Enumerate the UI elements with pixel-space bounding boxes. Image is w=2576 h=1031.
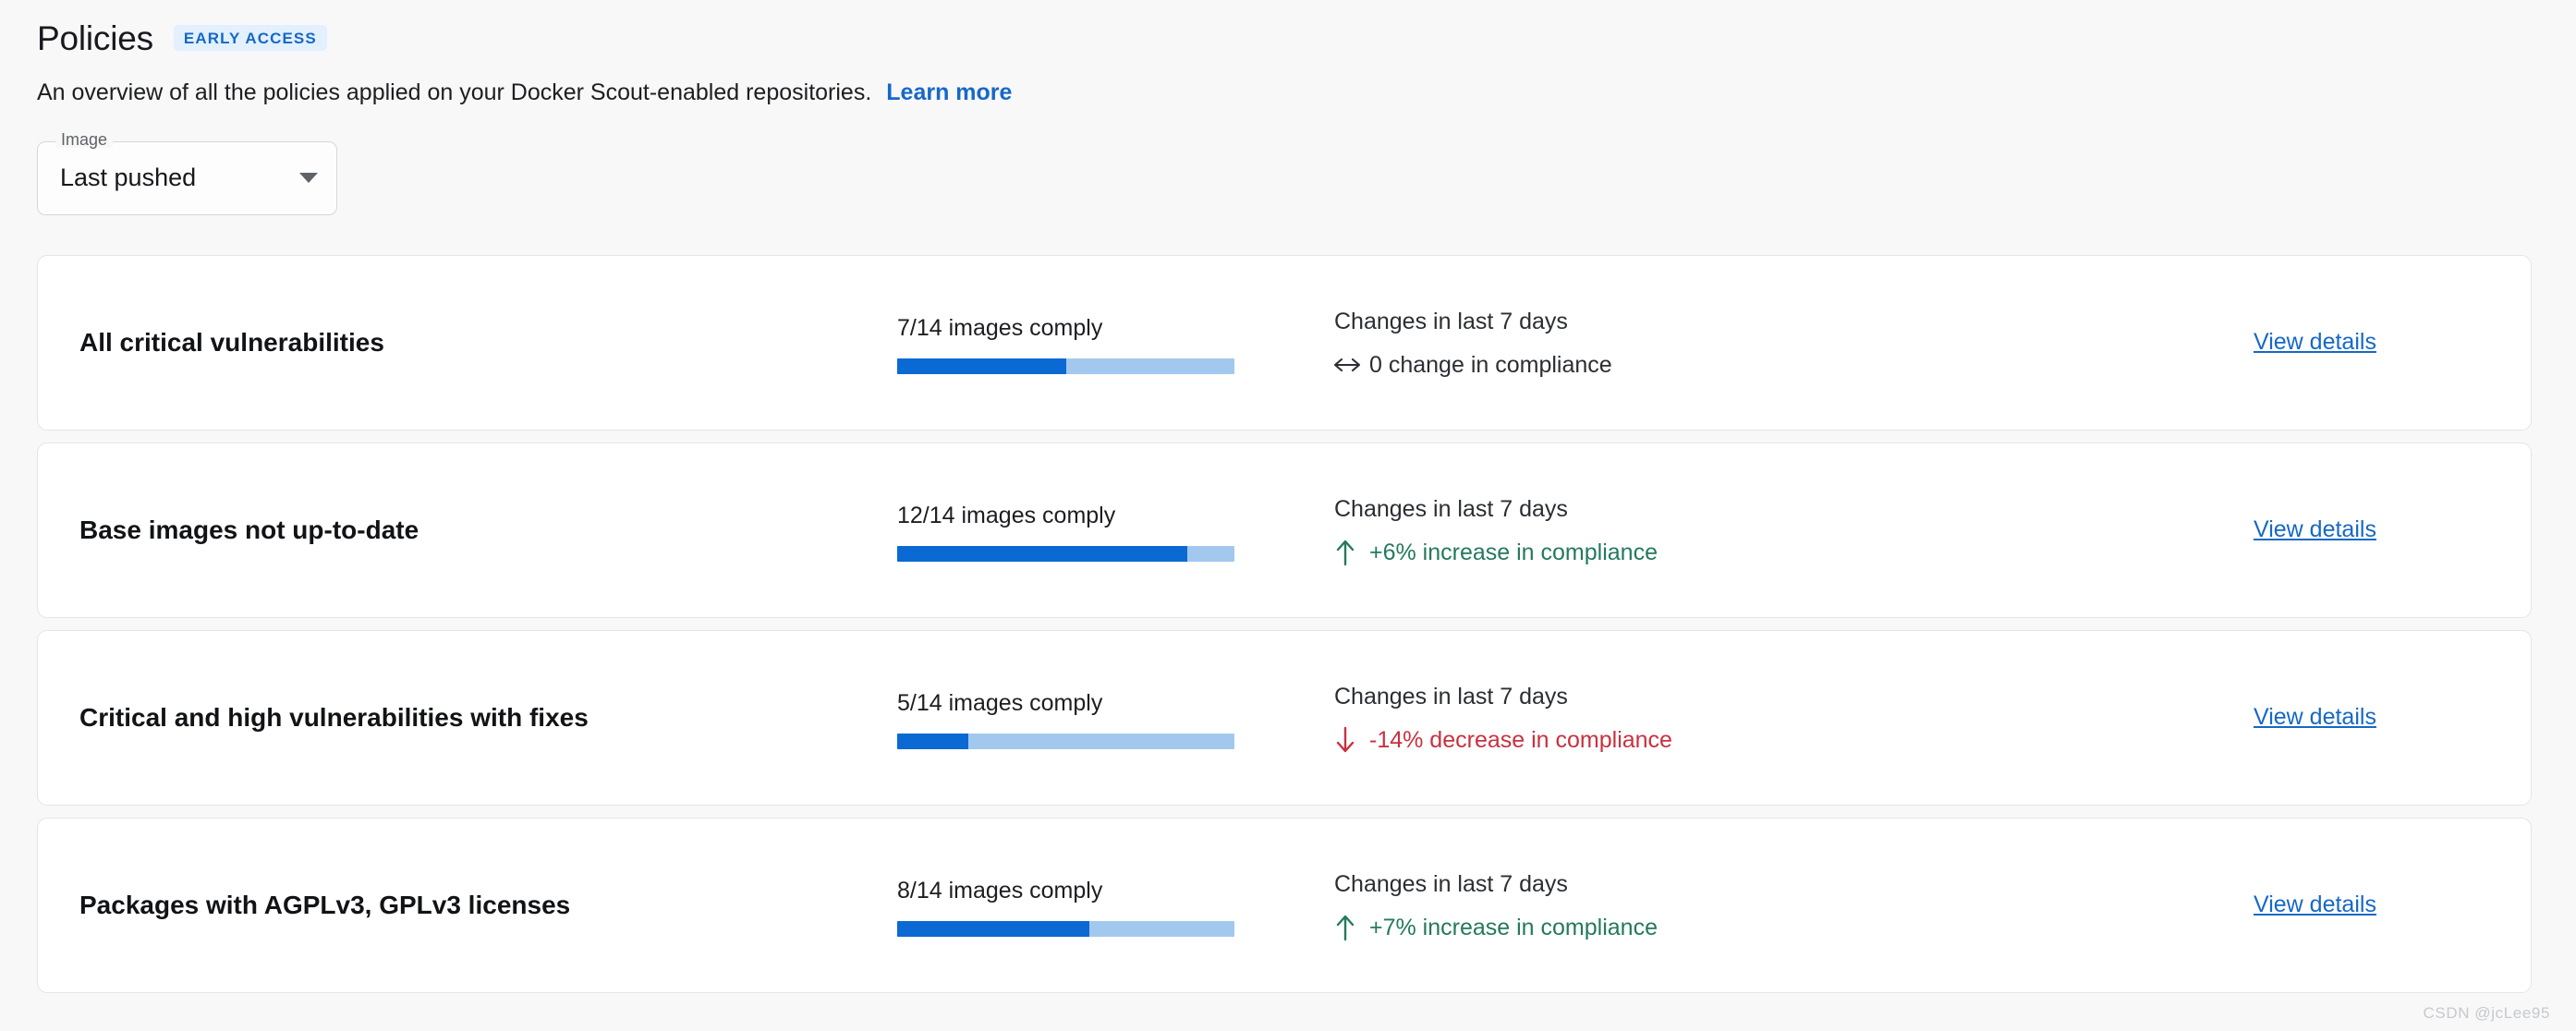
changes-value-text: 0 change in compliance xyxy=(1369,352,1612,378)
policy-name-column: Critical and high vulnerabilities with f… xyxy=(38,701,897,734)
policy-card[interactable]: Critical and high vulnerabilities with f… xyxy=(37,629,2532,806)
policy-name-column: All critical vulnerabilities xyxy=(38,326,897,358)
policy-changes-column: Changes in last 7 days 0 change in compl… xyxy=(1318,306,2226,379)
compliance-count: 8/14 images comply xyxy=(897,878,1103,904)
changes-value-row: +7% increase in compliance xyxy=(1334,914,2226,941)
changes-label: Changes in last 7 days xyxy=(1334,309,1568,334)
policy-card[interactable]: All critical vulnerabilities 7/14 images… xyxy=(37,254,2532,431)
policy-list: All critical vulnerabilities 7/14 images… xyxy=(0,215,2576,993)
policy-action-column: View details xyxy=(2226,329,2531,356)
watermark: CSDN @jcLee95 xyxy=(2423,1004,2550,1022)
policy-card[interactable]: Packages with AGPLv3, GPLv3 licenses 8/1… xyxy=(37,817,2532,993)
changes-value-text: +7% increase in compliance xyxy=(1369,915,1658,940)
compliance-count: 5/14 images comply xyxy=(897,690,1103,716)
view-details-link[interactable]: View details xyxy=(2254,516,2376,542)
changes-label: Changes in last 7 days xyxy=(1334,684,1568,710)
policy-compliance-column: 12/14 images comply xyxy=(897,498,1318,562)
view-details-link[interactable]: View details xyxy=(2254,892,2376,917)
policy-action-column: View details xyxy=(2226,892,2531,918)
policy-name: Critical and high vulnerabilities with f… xyxy=(79,703,589,732)
policy-name-column: Base images not up-to-date xyxy=(38,514,897,546)
compliance-progress-bar xyxy=(897,546,1234,562)
changes-label: Changes in last 7 days xyxy=(1334,496,1568,522)
changes-value-text: -14% decrease in compliance xyxy=(1369,727,1672,753)
filter-area: Last pushed Image xyxy=(0,108,2576,215)
learn-more-link[interactable]: Learn more xyxy=(886,78,1012,108)
changes-label: Changes in last 7 days xyxy=(1334,871,1568,897)
left-right-arrow-icon xyxy=(1334,351,1360,379)
status-badge-early-access: EARLY ACCESS xyxy=(173,24,327,52)
policy-changes-column: Changes in last 7 days +6% increase in c… xyxy=(1318,493,2226,566)
compliance-progress-bar xyxy=(897,734,1234,749)
compliance-progress-fill xyxy=(897,921,1090,937)
policy-changes-column: Changes in last 7 days +7% increase in c… xyxy=(1318,868,2226,941)
policy-changes-column: Changes in last 7 days -14% decrease in … xyxy=(1318,681,2226,754)
compliance-progress-fill xyxy=(897,358,1066,374)
changes-value-row: +6% increase in compliance xyxy=(1334,539,2226,566)
changes-value-row: -14% decrease in compliance xyxy=(1334,726,2226,754)
changes-value-text: +6% increase in compliance xyxy=(1369,540,1658,565)
policy-name: Base images not up-to-date xyxy=(79,516,419,544)
arrow-up-icon xyxy=(1334,914,1356,941)
policy-action-column: View details xyxy=(2226,516,2531,543)
policy-compliance-column: 5/14 images comply xyxy=(897,685,1318,749)
image-select-wrapper: Last pushed Image xyxy=(37,130,337,215)
image-select-value: Last pushed xyxy=(60,164,197,191)
policy-name-column: Packages with AGPLv3, GPLv3 licenses xyxy=(38,889,897,921)
view-details-link[interactable]: View details xyxy=(2254,329,2376,355)
compliance-progress-fill xyxy=(897,734,968,749)
arrow-up-icon xyxy=(1334,539,1356,566)
page-title: Policies xyxy=(37,18,153,57)
policy-name: All critical vulnerabilities xyxy=(79,328,384,357)
page-description-row: An overview of all the policies applied … xyxy=(0,57,2576,108)
image-select-label: Image xyxy=(55,130,114,148)
policy-card[interactable]: Base images not up-to-date 12/14 images … xyxy=(37,442,2532,618)
page-header: Policies EARLY ACCESS xyxy=(0,0,2576,57)
chevron-down-icon xyxy=(299,173,318,183)
compliance-count: 7/14 images comply xyxy=(897,315,1103,341)
compliance-progress-fill xyxy=(897,546,1187,562)
view-details-link[interactable]: View details xyxy=(2254,704,2376,730)
policy-compliance-column: 7/14 images comply xyxy=(897,310,1318,374)
page-description: An overview of all the policies applied … xyxy=(37,79,872,105)
compliance-count: 12/14 images comply xyxy=(897,503,1116,528)
policy-compliance-column: 8/14 images comply xyxy=(897,873,1318,937)
arrow-down-icon xyxy=(1334,726,1356,754)
policies-page: Policies EARLY ACCESS An overview of all… xyxy=(0,0,2576,1031)
changes-value-row: 0 change in compliance xyxy=(1334,351,2226,379)
compliance-progress-bar xyxy=(897,921,1234,937)
compliance-progress-bar xyxy=(897,358,1234,374)
policy-name: Packages with AGPLv3, GPLv3 licenses xyxy=(79,891,571,919)
policy-action-column: View details xyxy=(2226,704,2531,731)
image-select[interactable]: Last pushed xyxy=(37,140,337,215)
